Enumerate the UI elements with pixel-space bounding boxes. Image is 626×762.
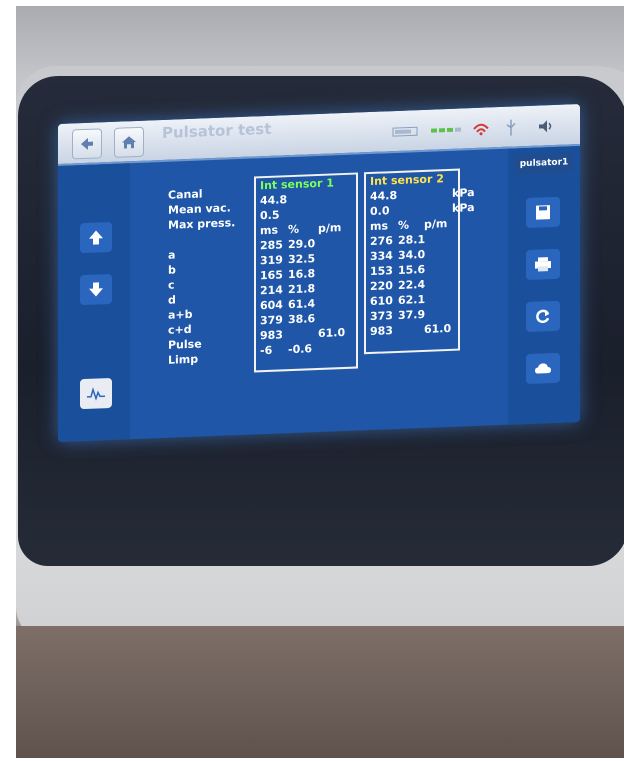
cell: 37.9	[398, 307, 426, 322]
col-pm: p/m	[424, 217, 448, 231]
cell	[424, 257, 454, 258]
cell	[424, 272, 454, 273]
cell	[318, 246, 348, 247]
cell: 285	[260, 238, 283, 253]
cell: 319	[260, 253, 283, 268]
cell: 379	[260, 313, 283, 328]
back-button[interactable]	[72, 128, 102, 160]
cell: -6	[260, 343, 273, 358]
cell	[318, 321, 348, 322]
cell: 28.1	[398, 232, 426, 247]
cell: 21.8	[288, 282, 316, 297]
cell: 334	[370, 249, 393, 264]
cell: -0.6	[288, 342, 313, 357]
cell	[318, 261, 348, 262]
cell: 62.1	[398, 292, 426, 307]
unit-mean-vac: kPa	[452, 185, 475, 200]
cell: 61.0	[318, 325, 346, 341]
cell: 214	[260, 283, 283, 298]
cell: 38.6	[288, 312, 316, 327]
unit-max-press: kPa	[452, 200, 475, 215]
cell	[318, 351, 348, 352]
cell: 153	[370, 264, 393, 279]
speaker-icon	[534, 117, 558, 136]
sensor2-panel: Int sensor 2 44.8 0.0 ms% p/m 276 28.1 334…	[364, 168, 460, 355]
cell: 604	[260, 298, 283, 313]
cell: 610	[370, 294, 393, 309]
cell: 983	[260, 328, 283, 343]
cell	[398, 333, 424, 334]
save-icon	[536, 205, 550, 220]
cell	[288, 337, 318, 338]
cell	[318, 306, 348, 307]
cell	[318, 276, 348, 277]
save-button[interactable]	[526, 196, 560, 229]
label-max-press: Max press.	[168, 216, 236, 232]
cell: 22.4	[398, 277, 426, 292]
battery-icon	[388, 122, 424, 141]
wifi-icon	[470, 119, 492, 138]
col-percent: %	[288, 222, 300, 237]
refresh-button[interactable]	[526, 300, 560, 333]
cell: 34.0	[398, 247, 426, 262]
col-ms: ms	[370, 219, 389, 234]
cell	[424, 287, 454, 288]
table-row: -6 -0.6	[256, 340, 356, 359]
scroll-up-button[interactable]	[80, 221, 112, 254]
table-surface	[16, 626, 624, 758]
graph-icon	[87, 387, 105, 401]
back-arrow-icon	[81, 137, 93, 150]
pulsator-screen: Pulsator test Canal Mean vac. Max press.…	[58, 103, 580, 443]
col-percent: %	[398, 218, 410, 232]
cloud-button[interactable]	[526, 352, 560, 385]
print-button[interactable]	[526, 248, 560, 281]
cell: 29.0	[288, 237, 316, 252]
cell: 16.8	[288, 267, 316, 282]
cell: 61.4	[288, 297, 316, 312]
pulsator-selector[interactable]: pulsator1	[514, 152, 574, 175]
usb-icon	[502, 118, 520, 137]
cell: 165	[260, 268, 283, 283]
table-row: 983 61.0	[366, 321, 458, 340]
arrow-up-icon	[89, 230, 103, 245]
cell: 276	[370, 234, 393, 249]
home-button[interactable]	[114, 126, 144, 158]
left-nav-panel	[58, 163, 130, 442]
scroll-down-button[interactable]	[80, 273, 112, 306]
col-pm: p/m	[318, 221, 342, 236]
cell	[424, 242, 454, 243]
row-labels: Canal Mean vac. Max press. a b c d a+b c…	[168, 185, 235, 368]
cell: 32.5	[288, 252, 316, 267]
sensor1-panel: Int sensor 1 44.8 0.5 ms% p/m 285 29.0 319…	[254, 172, 358, 373]
cell: 15.6	[398, 262, 426, 277]
cloud-icon	[535, 363, 551, 374]
arrow-down-icon	[89, 282, 103, 297]
cell	[424, 302, 454, 303]
print-icon	[535, 257, 551, 272]
cell	[424, 317, 454, 318]
cell: 61.0	[424, 321, 452, 336]
right-action-panel: pulsator1	[508, 145, 580, 425]
cell: 373	[370, 309, 393, 324]
cell	[318, 291, 348, 292]
graph-button[interactable]	[80, 377, 112, 410]
col-ms: ms	[260, 223, 279, 238]
cell: 220	[370, 279, 393, 294]
signal-icon	[428, 120, 464, 139]
cell: 983	[370, 324, 393, 339]
refresh-icon	[536, 309, 550, 324]
label-limp: Limp	[168, 352, 199, 367]
page-title: Pulsator test	[162, 119, 272, 143]
home-icon	[122, 136, 136, 149]
